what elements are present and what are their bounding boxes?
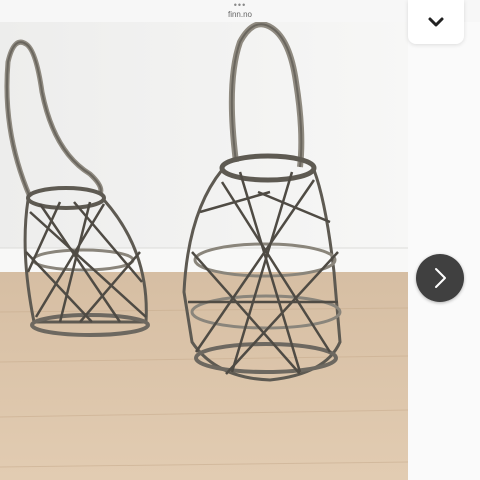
next-image-button[interactable] — [416, 254, 464, 302]
listing-photo[interactable] — [0, 22, 408, 480]
collapse-button[interactable] — [408, 0, 464, 44]
chevron-right-icon — [435, 268, 446, 288]
chevron-down-icon — [428, 17, 444, 27]
side-panel — [408, 22, 480, 480]
